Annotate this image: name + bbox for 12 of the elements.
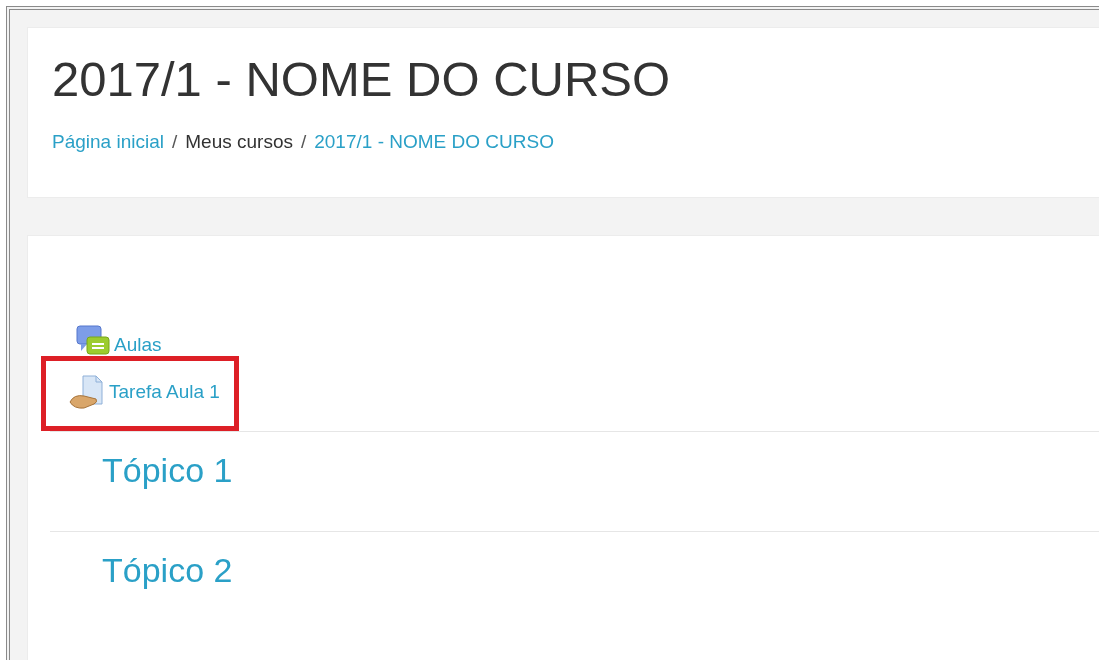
topic-title[interactable]: Tópico 2 — [102, 551, 233, 590]
breadcrumb-link[interactable]: Página inicial — [52, 130, 164, 153]
activity-link[interactable]: Aulas — [114, 334, 162, 356]
breadcrumb-text: Meus cursos — [185, 130, 293, 153]
breadcrumb-separator: / — [171, 130, 178, 153]
chat-bubbles-icon — [76, 324, 110, 356]
document-hand-icon — [69, 374, 105, 410]
topic-title[interactable]: Tópico 1 — [102, 451, 233, 490]
activity-link[interactable]: Tarefa Aula 1 — [109, 381, 220, 403]
breadcrumb-link[interactable]: 2017/1 - NOME DO CURSO — [314, 130, 554, 153]
breadcrumb-separator: / — [300, 130, 307, 153]
course-title: 2017/1 - NOME DO CURSO — [52, 51, 672, 108]
